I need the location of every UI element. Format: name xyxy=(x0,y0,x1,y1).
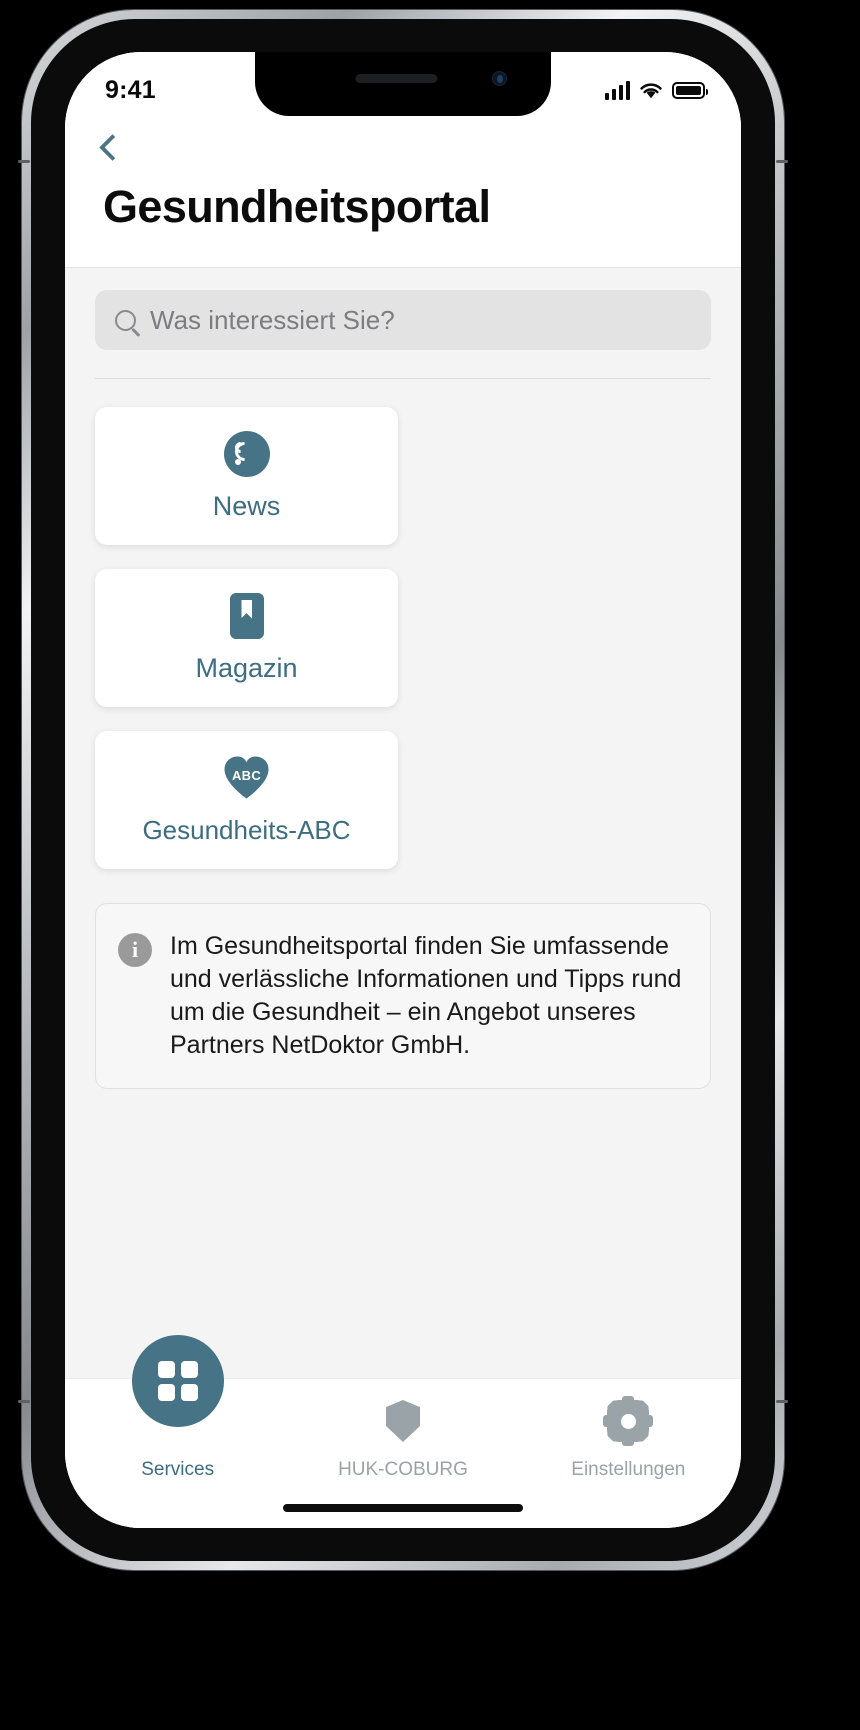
phone-bezel: Gesundheitsportal Was interessiert Sie? xyxy=(31,19,775,1561)
app-container: Gesundheitsportal Was interessiert Sie? xyxy=(65,52,741,1528)
status-time: 9:41 xyxy=(105,75,156,104)
frame-seam xyxy=(18,160,30,163)
chevron-left-icon xyxy=(99,134,126,161)
info-box-text: Im Gesundheitsportal finden Sie umfassen… xyxy=(170,932,682,1059)
battery-full-icon xyxy=(672,81,708,99)
search-section: Was interessiert Sie? xyxy=(65,268,741,350)
shield-icon xyxy=(385,1397,420,1445)
bookmark-book-icon xyxy=(229,592,264,639)
heart-abc-icon-text: ABC xyxy=(231,768,262,783)
status-indicators xyxy=(604,80,708,100)
tile-grid: News Magazin ABC Gesundheits-ABC xyxy=(65,379,741,869)
info-icon: i xyxy=(118,933,152,967)
tile-label-news: News xyxy=(212,490,281,521)
phone-frame: Gesundheitsportal Was interessiert Sie? xyxy=(18,10,788,1570)
tile-magazin[interactable]: Magazin xyxy=(95,569,398,707)
page-title: Gesundheitsportal xyxy=(103,181,491,232)
content-scroll-area[interactable]: Was interessiert Sie? News Magazin ABC G… xyxy=(65,267,741,1378)
wifi-icon xyxy=(640,82,662,98)
tile-label-magazin: Magazin xyxy=(195,652,298,683)
back-button[interactable] xyxy=(65,116,157,163)
phone-screen: Gesundheitsportal Was interessiert Sie? xyxy=(65,52,741,1528)
search-placeholder: Was interessiert Sie? xyxy=(150,304,395,335)
frame-seam xyxy=(18,1400,30,1403)
tab-label-services: Services xyxy=(141,1459,215,1480)
tab-label-huk-coburg: HUK-COBURG xyxy=(338,1459,468,1480)
frame-seam xyxy=(776,160,788,163)
tab-label-einstellungen: Einstellungen xyxy=(571,1459,686,1480)
info-box: i Im Gesundheitsportal finden Sie umfass… xyxy=(95,903,711,1089)
search-input[interactable]: Was interessiert Sie? xyxy=(95,290,711,350)
screenshot-stage: Gesundheitsportal Was interessiert Sie? xyxy=(0,0,860,1730)
tile-gesundheits-abc[interactable]: ABC Gesundheits-ABC xyxy=(95,731,398,869)
earpiece-speaker xyxy=(355,74,438,83)
tab-services[interactable]: Services xyxy=(65,1335,290,1528)
front-camera xyxy=(492,71,507,86)
home-indicator[interactable] xyxy=(283,1504,523,1512)
cellular-signal-icon xyxy=(604,80,630,100)
tile-news[interactable]: News xyxy=(95,407,398,545)
tile-label-gesundheits-abc: Gesundheits-ABC xyxy=(142,814,351,845)
gear-icon xyxy=(603,1396,654,1446)
search-icon xyxy=(115,309,136,331)
tab-einstellungen[interactable]: Einstellungen xyxy=(516,1379,741,1528)
heart-abc-icon: ABC xyxy=(224,755,270,801)
grid-apps-icon xyxy=(131,1335,224,1427)
rss-feed-icon xyxy=(223,430,270,477)
notch xyxy=(255,52,551,116)
frame-seam xyxy=(776,1400,788,1403)
